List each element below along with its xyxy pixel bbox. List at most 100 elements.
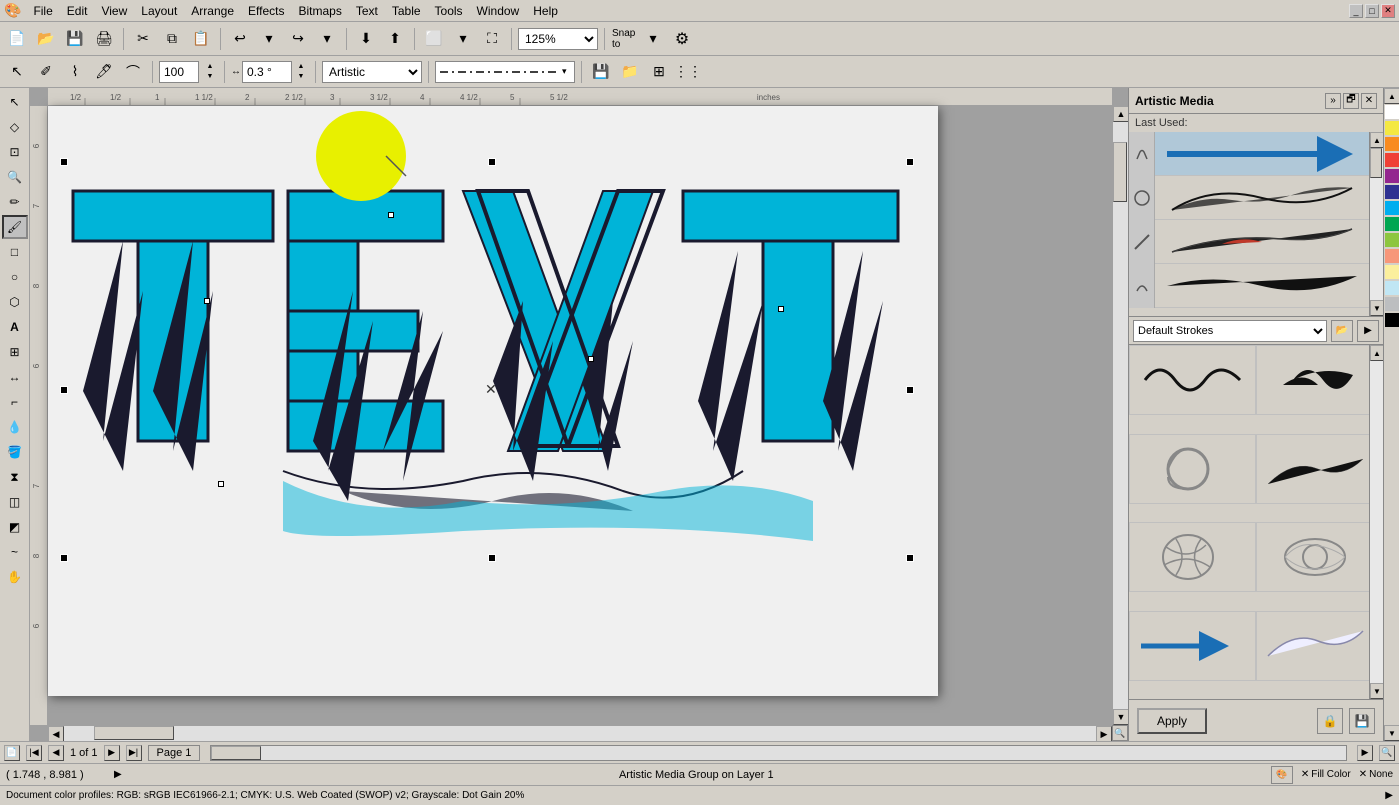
selection-handle-tr[interactable] bbox=[906, 158, 914, 166]
view-mode-arrow[interactable]: ▾ bbox=[450, 26, 476, 52]
brush-item-4[interactable] bbox=[1129, 264, 1383, 308]
node-handle-2[interactable] bbox=[204, 298, 210, 304]
shadow-tool[interactable]: ◫ bbox=[2, 490, 28, 514]
shape-tool[interactable]: ◇ bbox=[2, 115, 28, 139]
color-swatch-purple[interactable] bbox=[1385, 169, 1399, 183]
page-first-button[interactable]: |◀ bbox=[26, 745, 42, 761]
close-button[interactable]: ✕ bbox=[1381, 4, 1395, 18]
full-screen-button[interactable]: ⛶ bbox=[479, 26, 505, 52]
scroll-thumb-h[interactable] bbox=[94, 726, 174, 740]
dropper-tool[interactable]: 💧 bbox=[2, 415, 28, 439]
page-tab[interactable]: Page 1 bbox=[148, 745, 201, 761]
scroll-up-button[interactable]: ▲ bbox=[1113, 106, 1128, 122]
save-button[interactable]: 💾 bbox=[62, 26, 88, 52]
color-mode-indicator[interactable]: 🎨 bbox=[1271, 766, 1293, 784]
stroke-item-5[interactable] bbox=[1129, 522, 1256, 592]
selection-handle-bc[interactable] bbox=[488, 554, 496, 562]
page-add-button[interactable]: 📄 bbox=[4, 745, 20, 761]
strokes-category-select[interactable]: Default Strokes Arrows Borders Nature bbox=[1133, 320, 1327, 342]
page-scrollbar[interactable] bbox=[210, 745, 1347, 761]
crop-tool[interactable]: ⊡ bbox=[2, 140, 28, 164]
pointer-tool[interactable]: ↖ bbox=[2, 90, 28, 114]
zoom-reset-button[interactable]: 🔍 bbox=[1379, 745, 1395, 761]
brush-item-2[interactable] bbox=[1129, 176, 1383, 220]
menu-help[interactable]: Help bbox=[527, 2, 564, 20]
selection-handle-bl[interactable] bbox=[60, 554, 68, 562]
color-swatch-lightyellow[interactable] bbox=[1385, 265, 1399, 279]
save-style-button[interactable]: 💾 bbox=[588, 59, 614, 85]
menu-window[interactable]: Window bbox=[471, 2, 526, 20]
lu-scroll-up[interactable]: ▲ bbox=[1370, 132, 1383, 148]
menu-layout[interactable]: Layout bbox=[135, 2, 183, 20]
rectangle-tool[interactable]: □ bbox=[2, 240, 28, 264]
freehand-btn[interactable]: ✐ bbox=[33, 59, 59, 85]
node-handle-1[interactable] bbox=[388, 212, 394, 218]
color-swatch-lightblue[interactable] bbox=[1385, 281, 1399, 295]
mode-select[interactable]: Artistic Brush Sprayer Calligraphic Pres… bbox=[322, 61, 422, 83]
color-swatch-white[interactable] bbox=[1385, 105, 1399, 119]
node-handle-3[interactable] bbox=[588, 356, 594, 362]
export-button[interactable]: ⬆ bbox=[382, 26, 408, 52]
strokes-options-button[interactable]: ▶ bbox=[1357, 320, 1379, 342]
brush-item-3[interactable] bbox=[1129, 220, 1383, 264]
browse-strokes-button[interactable]: 📂 bbox=[1331, 320, 1353, 342]
color-swatch-gray[interactable] bbox=[1385, 297, 1399, 311]
transparency-tool[interactable]: ◩ bbox=[2, 515, 28, 539]
color-swatch-cyan[interactable] bbox=[1385, 201, 1399, 215]
page-prev-button[interactable]: ◀ bbox=[48, 745, 64, 761]
selection-handle-tc[interactable] bbox=[488, 158, 496, 166]
scroll-left-button[interactable]: ◀ bbox=[48, 726, 64, 741]
node-handle-5[interactable] bbox=[218, 481, 224, 487]
scroll-thumb-v[interactable] bbox=[1113, 142, 1127, 202]
color-swatch-salmon[interactable] bbox=[1385, 249, 1399, 263]
color-swatch-yellow[interactable] bbox=[1385, 121, 1399, 135]
select-tool-btn[interactable]: ↖ bbox=[4, 59, 30, 85]
horizontal-scrollbar[interactable]: ◀ ▶ bbox=[48, 725, 1112, 741]
line-style-selector[interactable]: ▾ bbox=[435, 61, 575, 83]
smooth-input[interactable]: 100 bbox=[159, 61, 199, 83]
strokes-scroll-up[interactable]: ▲ bbox=[1370, 345, 1383, 361]
page-scroll-thumb[interactable] bbox=[211, 746, 261, 760]
last-used-scrollbar[interactable]: ▲ ▼ bbox=[1369, 132, 1383, 316]
text-tool[interactable]: A bbox=[2, 315, 28, 339]
palette-scroll-down[interactable]: ▼ bbox=[1384, 725, 1399, 741]
lu-scroll-thumb[interactable] bbox=[1370, 148, 1382, 178]
menu-effects[interactable]: Effects bbox=[242, 2, 290, 20]
menu-tools[interactable]: Tools bbox=[429, 2, 469, 20]
brush-item-1[interactable] bbox=[1129, 132, 1383, 176]
more-options-button[interactable]: ⋮⋮ bbox=[675, 59, 701, 85]
scroll-down-button[interactable]: ▼ bbox=[1113, 709, 1128, 725]
menu-table[interactable]: Table bbox=[386, 2, 427, 20]
color-swatch-lightgreen[interactable] bbox=[1385, 233, 1399, 247]
color-swatch-orange[interactable] bbox=[1385, 137, 1399, 151]
strokes-scroll-down[interactable]: ▼ bbox=[1370, 683, 1383, 699]
smooth-stepper[interactable]: ▲ ▼ bbox=[202, 59, 218, 85]
canvas-area[interactable]: 1/2 1/2 1 1 1/2 2 2 1/2 3 3 1/2 bbox=[30, 88, 1128, 741]
blend-tool[interactable]: ⧗ bbox=[2, 465, 28, 489]
freehand-tool[interactable]: ✏ bbox=[2, 190, 28, 214]
menu-file[interactable]: File bbox=[27, 2, 58, 20]
zoom-tool[interactable]: 🔍 bbox=[2, 165, 28, 189]
ellipse-tool[interactable]: ○ bbox=[2, 265, 28, 289]
snap-arrow[interactable]: ▾ bbox=[640, 26, 666, 52]
bezier-btn[interactable]: ⌇ bbox=[62, 59, 88, 85]
color-profile-arrow[interactable]: ▶ bbox=[1385, 790, 1393, 801]
selection-handle-mr[interactable] bbox=[906, 386, 914, 394]
stroke-item-8[interactable] bbox=[1256, 611, 1383, 681]
fill-tool[interactable]: 🪣 bbox=[2, 440, 28, 464]
cut-button[interactable]: ✂ bbox=[130, 26, 156, 52]
menu-bitmaps[interactable]: Bitmaps bbox=[292, 2, 347, 20]
snap-to-button[interactable]: Snap to bbox=[611, 26, 637, 52]
apply-button[interactable]: Apply bbox=[1137, 708, 1207, 734]
node-handle-4[interactable] bbox=[778, 306, 784, 312]
open-button[interactable]: 📂 bbox=[33, 26, 59, 52]
menu-arrange[interactable]: Arrange bbox=[185, 2, 240, 20]
browse-button[interactable]: 📁 bbox=[617, 59, 643, 85]
undo-button[interactable]: ↩ bbox=[227, 26, 253, 52]
color-swatch-red[interactable] bbox=[1385, 153, 1399, 167]
lu-scroll-down[interactable]: ▼ bbox=[1370, 300, 1383, 316]
dimension-tool[interactable]: ↔ bbox=[2, 365, 28, 389]
save-preset-button[interactable]: 💾 bbox=[1349, 708, 1375, 734]
view-mode-button[interactable]: ⬜ bbox=[421, 26, 447, 52]
page-next-button[interactable]: ▶ bbox=[104, 745, 120, 761]
